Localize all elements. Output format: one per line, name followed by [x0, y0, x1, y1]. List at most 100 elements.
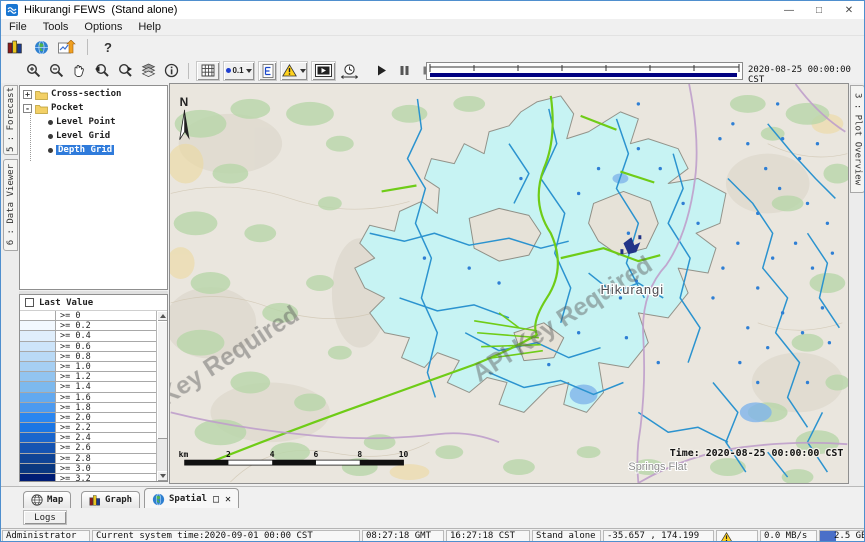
- timeline-slider[interactable]: [426, 62, 743, 80]
- menu-bar: File Tools Options Help: [1, 19, 864, 36]
- svg-text:10: 10: [399, 450, 409, 459]
- legend-swatch: [20, 454, 56, 463]
- warning-dropdown-button[interactable]: [280, 61, 308, 81]
- grid-display-button[interactable]: [196, 61, 220, 81]
- zoom-in-icon[interactable]: [23, 61, 43, 81]
- tab-map[interactable]: Map: [23, 491, 71, 508]
- status-bar: Administrator Current system time:2020-0…: [1, 528, 864, 542]
- tree-item-label: Pocket: [51, 103, 84, 113]
- legend-scrollbar[interactable]: [156, 311, 167, 481]
- legend-swatch: [20, 352, 56, 361]
- tree-item-cross-section[interactable]: + Cross-section: [20, 88, 167, 100]
- legend-swatch: [20, 413, 56, 422]
- menu-options[interactable]: Options: [76, 21, 130, 33]
- legend-swatch: [20, 382, 56, 391]
- legend-swatch: [20, 403, 56, 412]
- tree-item-label-selected: Depth Grid: [56, 145, 114, 155]
- zoom-previous-icon[interactable]: [92, 61, 112, 81]
- window-title: Hikurangi FEWS (Stand alone): [24, 4, 177, 16]
- database-icon[interactable]: [5, 37, 25, 57]
- globe-icon[interactable]: [31, 37, 51, 57]
- legend-row: >= 0.2: [20, 321, 167, 331]
- menu-help[interactable]: Help: [130, 21, 169, 33]
- tree-item-level-point[interactable]: Level Point: [20, 116, 167, 128]
- grid-value-dot-icon: [226, 68, 231, 73]
- close-button[interactable]: ✕: [834, 1, 864, 19]
- tab-forecast[interactable]: 5 : Forecast: [3, 85, 18, 155]
- tree-item-label: Level Point: [56, 117, 116, 127]
- legend-row: >= 2.6: [20, 443, 167, 453]
- animation-panel-button[interactable]: [311, 61, 336, 81]
- toolbar-datetime: 2020-08-25 00:00:00 CST: [748, 65, 864, 85]
- bullet-icon: [48, 148, 53, 153]
- legend-swatch: [20, 423, 56, 432]
- tree-item-pocket[interactable]: - Pocket: [20, 102, 167, 114]
- scroll-down-icon[interactable]: [157, 471, 167, 481]
- tree-item-depth-grid[interactable]: Depth Grid: [20, 144, 167, 156]
- collapse-toggle-icon[interactable]: -: [23, 104, 32, 113]
- zoom-next-icon[interactable]: [115, 61, 135, 81]
- main-toolbar: ?: [1, 36, 864, 58]
- legend-title: Last Value: [39, 298, 93, 308]
- panel-close-button[interactable]: ✕: [225, 494, 231, 505]
- legend-swatch: [20, 321, 56, 330]
- tree-item-level-grid[interactable]: Level Grid: [20, 130, 167, 142]
- chart-export-icon[interactable]: [57, 37, 77, 57]
- legend-swatch: [20, 393, 56, 402]
- maximize-button[interactable]: □: [804, 1, 834, 19]
- legend-row: >= 1.8: [20, 403, 167, 413]
- status-coordinates: -35.657 , 174.199: [603, 530, 714, 542]
- grid-value-label: 0.1: [232, 66, 243, 75]
- tab-spatial[interactable]: Spatial □ ✕: [144, 488, 239, 509]
- logs-button[interactable]: Logs: [23, 510, 67, 525]
- minimize-button[interactable]: —: [774, 1, 804, 19]
- svg-text:2: 2: [226, 450, 231, 459]
- legend-row: >= 1.2: [20, 372, 167, 382]
- time-settings-icon[interactable]: [339, 61, 359, 81]
- zoom-out-icon[interactable]: [46, 61, 66, 81]
- layers-icon[interactable]: [138, 61, 158, 81]
- left-panel: + Cross-section - Pocket Level Point Lev…: [19, 83, 169, 484]
- chevron-down-icon: [246, 69, 252, 73]
- status-warning-cell: [716, 530, 758, 542]
- bullet-icon: [48, 120, 53, 125]
- bottom-tab-bar: Map Graph Spatial □ ✕: [1, 486, 864, 508]
- pan-hand-icon[interactable]: [69, 61, 89, 81]
- tab-plot-overview[interactable]: 3 : Plot Overview: [850, 85, 865, 193]
- pause-icon[interactable]: [394, 61, 414, 81]
- legend-row: >= 2.2: [20, 423, 167, 433]
- tree-item-label: Level Grid: [56, 131, 110, 141]
- legend-swatch: [20, 443, 56, 452]
- warning-icon[interactable]: [720, 532, 733, 542]
- panel-restore-button[interactable]: □: [213, 494, 219, 505]
- tab-graph[interactable]: Graph: [81, 491, 140, 508]
- status-mode: Stand alone: [532, 530, 601, 542]
- status-network-rate: 0.0 MB/s: [760, 530, 817, 542]
- scroll-up-icon[interactable]: [157, 311, 167, 321]
- folder-icon: [35, 89, 48, 100]
- last-value-checkbox[interactable]: [25, 298, 34, 307]
- folder-open-icon: [35, 103, 48, 114]
- info-icon[interactable]: [161, 61, 181, 81]
- bar-chart-icon: [89, 494, 101, 506]
- play-icon[interactable]: [371, 61, 391, 81]
- help-button[interactable]: ?: [98, 37, 118, 57]
- area-label: Springs Flat: [628, 461, 686, 473]
- scrollbar-thumb[interactable]: [157, 321, 167, 439]
- legend-row: >= 3.2: [20, 474, 167, 481]
- chevron-down-icon: [300, 69, 306, 73]
- status-system-time: Current system time:2020-09-01 00:00 CST: [92, 530, 360, 542]
- tab-data-viewer[interactable]: 6 : Data Viewer: [3, 159, 18, 251]
- grid-value-dropdown[interactable]: 0.1: [223, 61, 255, 81]
- map-canvas[interactable]: API Key Required API Key Required N Hiku…: [170, 84, 848, 483]
- status-local-time: 16:27:18 CST: [446, 530, 530, 542]
- legend-row: >= 0.8: [20, 352, 167, 362]
- expand-toggle-icon[interactable]: +: [23, 90, 32, 99]
- svg-text:km: km: [179, 450, 189, 459]
- menu-tools[interactable]: Tools: [35, 21, 77, 33]
- right-tab-strip: 3 : Plot Overview: [849, 83, 865, 486]
- app-logo-icon: [6, 4, 18, 16]
- app-window: Hikurangi FEWS (Stand alone) — □ ✕ File …: [0, 0, 865, 542]
- legend-edit-button[interactable]: [258, 61, 277, 81]
- menu-file[interactable]: File: [1, 21, 35, 33]
